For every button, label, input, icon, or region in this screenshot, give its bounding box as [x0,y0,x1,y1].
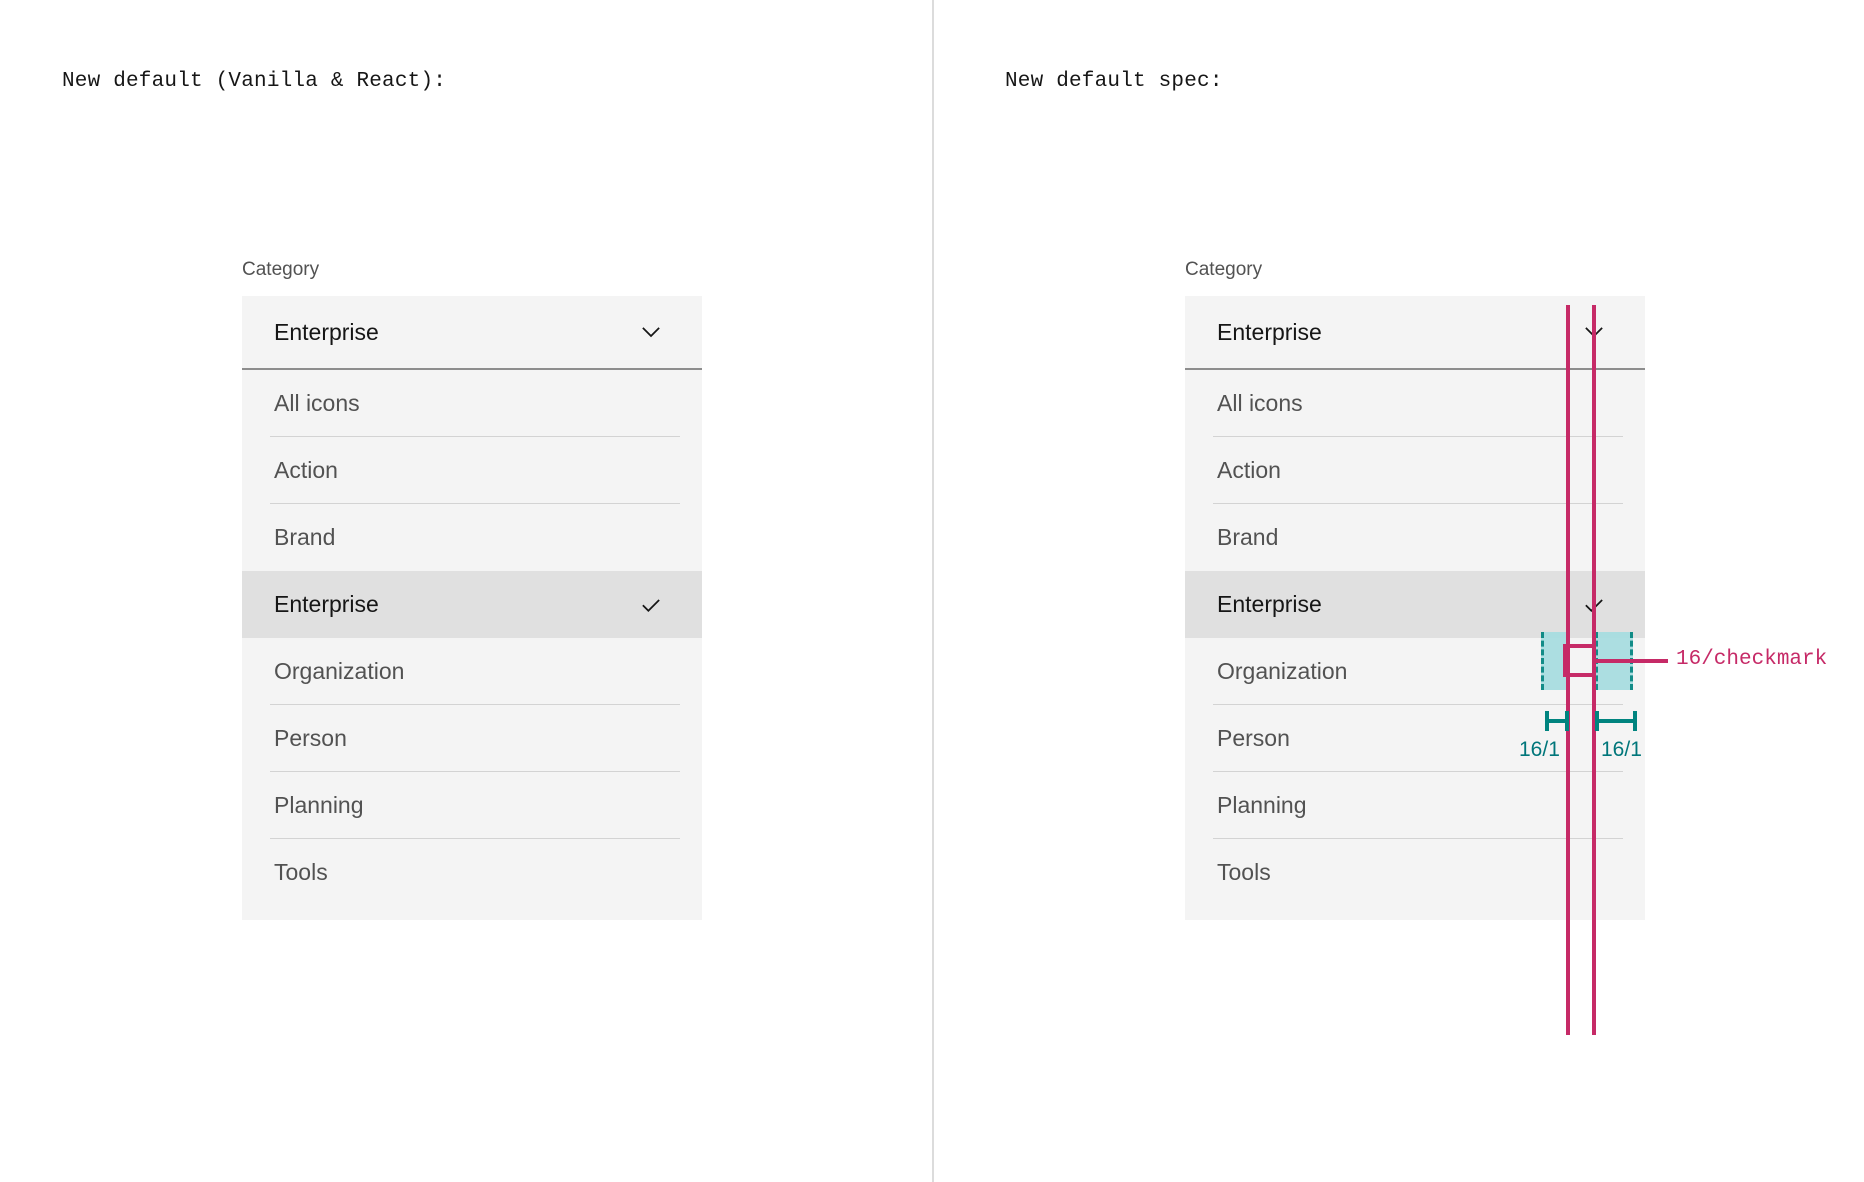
dropdown-right-spec: Category Enterprise All icons Action Brand… [1185,258,1645,920]
checkmark-icon [1579,590,1609,620]
dropdown-option-label: Brand [274,524,336,550]
dropdown-selected-value: Enterprise [274,318,379,345]
dropdown-option-spec[interactable]: Planning [1185,772,1645,839]
dropdown-option[interactable]: Person [242,705,702,772]
checkmark-icon [636,590,666,620]
dropdown-option[interactable]: Brand [242,504,702,571]
chevron-down-icon-spec[interactable] [1579,317,1609,347]
dropdown-selected-value-spec: Enterprise [1217,318,1322,345]
dropdown-option-label: Action [274,457,338,483]
dropdown-field[interactable]: Enterprise [242,296,702,370]
dropdown-option-spec[interactable]: Enterprise [1185,571,1645,638]
dropdown-field-spec[interactable]: Enterprise [1185,296,1645,370]
dropdown-option[interactable]: Organization [242,638,702,705]
panel-divider [932,0,934,1182]
screenshot-canvas: New default (Vanilla & React): New defau… [0,0,1864,1182]
chevron-down-icon[interactable] [636,317,666,347]
dropdown-option-label: Organization [1217,658,1348,684]
dropdown-option-label: All icons [1217,390,1303,416]
dropdown-menu[interactable]: All icons Action Brand Enterprise Organizati… [242,370,702,920]
dropdown-option-spec[interactable]: Person [1185,705,1645,772]
dropdown-option-label: Action [1217,457,1281,483]
left-panel-caption: New default (Vanilla & React): [62,70,447,93]
dropdown-option-label: Organization [274,658,405,684]
dropdown-menu-spec[interactable]: All icons Action Brand Enterprise Organizati… [1185,370,1645,920]
dropdown-left: Category Enterprise All icons Action Brand… [242,258,702,920]
dropdown-option[interactable]: Enterprise [242,571,702,638]
dropdown-option-spec[interactable]: Action [1185,437,1645,504]
dropdown-option-label: Planning [274,792,364,818]
dropdown-option-spec[interactable]: Tools [1185,839,1645,906]
dropdown-option[interactable]: Planning [242,772,702,839]
checkmark-callout-label: 16/checkmark [1676,648,1828,671]
dropdown-option-label: Enterprise [274,591,379,617]
dropdown-option-label: Person [274,725,347,751]
dropdown-option-label: Tools [274,859,328,885]
dropdown-option-label: Person [1217,725,1290,751]
dropdown-option[interactable]: Action [242,437,702,504]
dropdown-option-label: All icons [274,390,360,416]
dropdown-option-spec[interactable]: All icons [1185,370,1645,437]
dropdown-option[interactable]: All icons [242,370,702,437]
dropdown-label: Category [242,259,320,280]
dropdown-option-label: Enterprise [1217,591,1322,617]
dropdown-option-label: Tools [1217,859,1271,885]
dropdown-option-spec[interactable]: Brand [1185,504,1645,571]
dropdown-option-label: Planning [1217,792,1307,818]
dropdown-option-spec[interactable]: Organization [1185,638,1645,705]
dropdown-label-spec: Category [1185,259,1263,280]
right-panel-caption: New default spec: [1005,70,1223,93]
dropdown-option[interactable]: Tools [242,839,702,906]
dropdown-option-label: Brand [1217,524,1279,550]
